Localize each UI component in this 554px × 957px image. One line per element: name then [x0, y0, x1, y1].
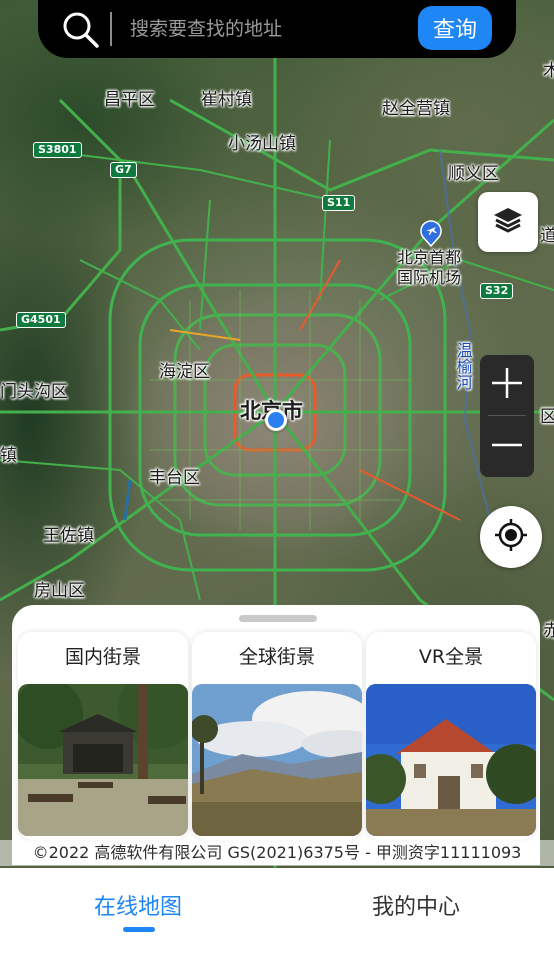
map-label-airport-line1: 北京首都: [397, 248, 462, 267]
highway-shield-s3801: S3801: [33, 142, 82, 158]
zoom-separator: [488, 415, 526, 416]
zoom-out-button[interactable]: [480, 417, 534, 477]
map-label-zhaoquanying: 赵全营镇: [382, 99, 450, 119]
search-divider: [110, 12, 112, 46]
crosshair-icon: [494, 518, 528, 556]
card-global-streetview[interactable]: 全球街景: [192, 632, 362, 840]
map-label-cuicun: 崔村镇: [201, 90, 252, 110]
map-label-edge-dao: 道: [540, 226, 554, 246]
bottom-tab-bar: 在线地图 我的中心: [0, 868, 554, 957]
streetview-sheet: 国内街景 全球街景 VR全景: [12, 605, 540, 865]
global-streetview-thumbnail: [192, 684, 362, 836]
sheet-drag-handle[interactable]: [239, 615, 317, 622]
tab-online-map[interactable]: 在线地图: [38, 888, 238, 928]
zoom-in-button[interactable]: [480, 355, 534, 415]
plus-icon: [490, 366, 524, 404]
active-tab-indicator: [123, 927, 155, 932]
card-title: 全球街景: [238, 646, 315, 668]
airport-icon[interactable]: [419, 219, 443, 248]
map-label-changping: 昌平区: [104, 90, 155, 110]
map-label-edge-chi: 赤: [543, 621, 554, 641]
map-label-xiaotangshan: 小汤山镇: [228, 134, 296, 154]
search-button[interactable]: 查询: [418, 6, 492, 50]
layers-button[interactable]: [478, 192, 538, 252]
map-label-mentougou: 门头沟区: [0, 382, 68, 402]
map-label-edge-mu: 木: [543, 61, 554, 81]
map-label-wangzuo: 王佐镇: [43, 526, 94, 546]
search-input[interactable]: [130, 12, 400, 46]
highway-shield-g7: G7: [110, 162, 137, 178]
current-location-marker: [265, 409, 287, 431]
map-label-airport-line2: 国际机场: [397, 268, 462, 287]
map-copyright: ©2022 高德软件有限公司 GS(2021)6375号 - 甲测资字11111…: [0, 840, 554, 866]
locate-button[interactable]: [480, 506, 542, 568]
highway-shield-s32: S32: [480, 283, 514, 299]
map-label-fangshan: 房山区: [34, 581, 85, 601]
map-label-fengtai: 丰台区: [149, 468, 200, 488]
domestic-streetview-thumbnail: [18, 684, 188, 836]
highway-shield-g4501: G4501: [16, 312, 66, 328]
map-label-edge-zhen: 镇: [0, 446, 17, 466]
map-label-edge-qu: 区: [540, 407, 554, 427]
highway-shield-s11: S11: [322, 195, 356, 211]
map-label-wenyu-river: 温榆河: [453, 342, 473, 390]
minus-icon: [490, 428, 524, 466]
map-label-shunyi: 顺义区: [448, 164, 499, 184]
search-bar: 查询: [38, 0, 516, 58]
layers-icon: [492, 204, 524, 240]
card-vr-panorama[interactable]: VR全景: [366, 632, 536, 840]
card-title: VR全景: [418, 646, 484, 668]
search-icon[interactable]: [60, 9, 100, 49]
card-domestic-streetview[interactable]: 国内街景: [18, 632, 188, 840]
card-title: 国内街景: [64, 646, 141, 668]
map-label-haidian: 海淀区: [159, 362, 210, 382]
zoom-control: [480, 355, 534, 477]
vr-panorama-thumbnail: [366, 684, 536, 836]
tab-my-center[interactable]: 我的中心: [316, 888, 516, 928]
